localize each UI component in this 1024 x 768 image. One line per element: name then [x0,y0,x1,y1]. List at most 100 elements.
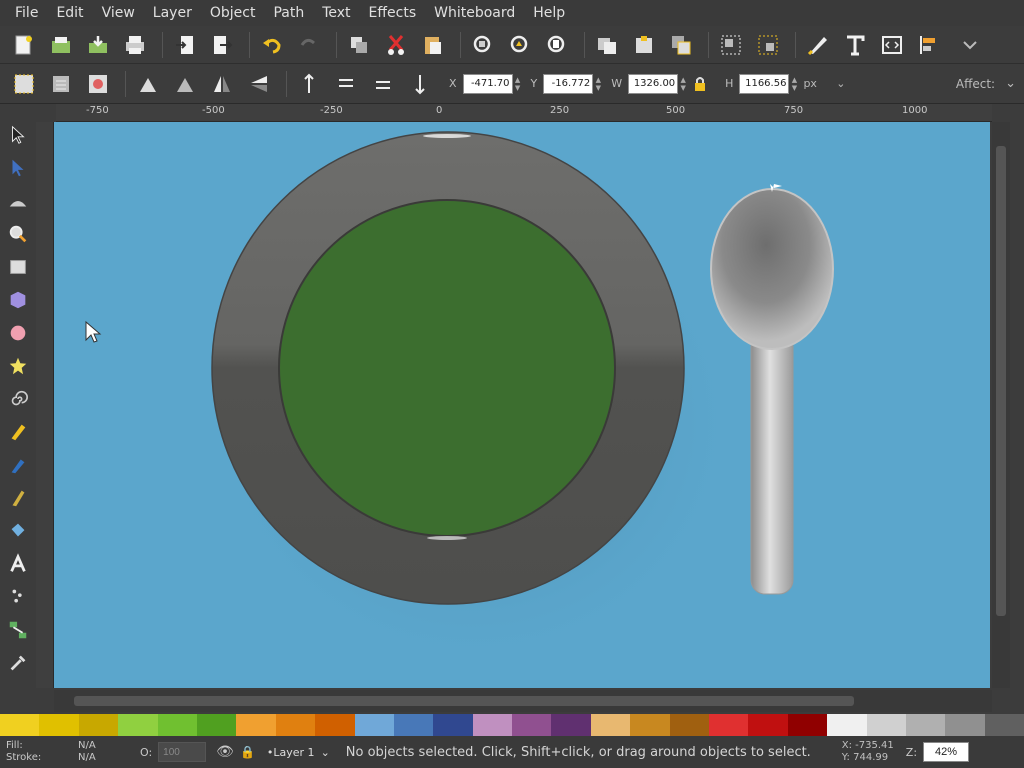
x-input[interactable] [462,73,513,94]
xml-editor-icon[interactable] [876,30,908,60]
palette-swatch[interactable] [433,714,473,736]
lower-to-bottom-icon[interactable] [404,69,436,99]
w-input[interactable] [628,73,679,94]
palette-swatch[interactable] [118,714,158,736]
flip-horizontal-icon[interactable] [206,69,238,99]
menu-layer[interactable]: Layer [144,0,201,26]
palette-swatch[interactable] [866,714,906,736]
cut-icon[interactable] [380,30,412,60]
palette-swatch[interactable] [39,714,79,736]
connector-tool-icon[interactable] [4,615,32,645]
calligraphy-tool-icon[interactable] [4,483,32,513]
menu-file[interactable]: File [6,0,47,26]
menu-text[interactable]: Text [313,0,359,26]
menu-help[interactable]: Help [524,0,574,26]
fill-stroke-indicator[interactable]: Fill: Stroke: N/A N/A [0,740,110,764]
x-field[interactable]: ▲▼ [462,73,523,95]
unlink-clone-icon[interactable] [665,30,697,60]
spoon-bowl[interactable] [710,188,834,350]
unit-select[interactable]: px ⌄ [799,73,849,95]
menu-object[interactable]: Object [201,0,265,26]
flip-vertical-icon[interactable] [243,69,275,99]
w-spin-arrows[interactable]: ▲ ▼ [678,74,688,94]
palette-swatch[interactable] [157,714,197,736]
rotate-ccw-icon[interactable] [132,69,164,99]
vertical-scrollbar[interactable] [992,122,1010,688]
print-icon[interactable] [119,30,151,60]
star-tool-icon[interactable] [4,351,32,381]
zoom-selection-icon[interactable] [467,30,499,60]
fill-stroke-icon[interactable] [802,30,834,60]
palette-swatch[interactable] [709,714,749,736]
lock-icon[interactable]: 🔒 [240,745,255,759]
zoom-page-icon[interactable] [541,30,573,60]
soup[interactable] [278,199,616,537]
node-tool-icon[interactable] [4,153,32,183]
menu-whiteboard[interactable]: Whiteboard [425,0,524,26]
palette-swatch[interactable] [236,714,276,736]
group-icon[interactable] [715,30,747,60]
palette-swatch[interactable] [275,714,316,736]
opacity-input[interactable] [158,742,207,762]
lock-ratio-icon[interactable] [688,69,712,99]
bucket-tool-icon[interactable] [4,516,32,546]
ellipse-tool-icon[interactable] [4,318,32,348]
select-tool-icon[interactable] [4,120,32,150]
3dbox-tool-icon[interactable] [4,285,32,315]
h-spin-arrows[interactable]: ▲ ▼ [789,74,799,94]
palette-swatch[interactable] [630,714,670,736]
menu-effects[interactable]: Effects [360,0,426,26]
palette-swatch[interactable] [748,714,788,736]
affect-chevron-icon[interactable]: ⌄ [1005,76,1016,91]
rect-tool-icon[interactable] [4,252,32,282]
zoom-input[interactable] [923,742,970,762]
horizontal-scrollbar[interactable] [54,690,992,712]
select-all-icon[interactable] [8,69,40,99]
palette-swatch[interactable] [393,714,434,736]
export-icon[interactable] [206,30,238,60]
text-tool-icon[interactable] [4,549,32,579]
align-distribute-icon[interactable] [913,30,945,60]
pencil-tool-icon[interactable] [4,417,32,447]
spoon-handle[interactable] [750,331,794,595]
pen-tool-icon[interactable] [4,450,32,480]
palette-swatch[interactable] [78,714,119,736]
menu-path[interactable]: Path [264,0,313,26]
palette-swatch[interactable] [512,714,552,736]
zoom-tool-icon[interactable] [4,219,32,249]
y-field[interactable]: ▲▼ [543,73,603,95]
palette-swatch[interactable] [984,714,1024,736]
palette-swatch[interactable] [551,714,591,736]
zoom-drawing-icon[interactable] [504,30,536,60]
palette-swatch[interactable] [354,714,394,736]
rotate-cw-icon[interactable] [169,69,201,99]
paste-icon[interactable] [417,30,449,60]
lower-icon[interactable] [367,69,399,99]
duplicate-icon[interactable] [591,30,623,60]
palette-swatch[interactable] [669,714,710,736]
raise-to-top-icon[interactable] [293,69,325,99]
w-field[interactable]: ▲▼ [628,73,688,95]
toolbar-overflow-chevron-icon[interactable] [954,30,986,60]
copy-icon[interactable] [343,30,375,60]
palette-swatch[interactable] [905,714,946,736]
h-input[interactable] [739,73,790,94]
raise-icon[interactable] [330,69,362,99]
palette-swatch[interactable] [590,714,631,736]
y-input[interactable] [543,73,594,94]
palette-swatch[interactable] [945,714,985,736]
import-icon[interactable] [169,30,201,60]
spiral-tool-icon[interactable] [4,384,32,414]
y-spin-arrows[interactable]: ▲ ▼ [593,74,603,94]
clone-icon[interactable] [628,30,660,60]
open-icon[interactable] [45,30,77,60]
palette-swatch[interactable] [0,714,40,736]
deselect-icon[interactable] [82,69,114,99]
menu-edit[interactable]: Edit [47,0,92,26]
select-all-layers-icon[interactable] [45,69,77,99]
vertical-scroll-thumb[interactable] [996,146,1006,616]
horizontal-scroll-thumb[interactable] [74,696,854,706]
eye-icon[interactable]: 👁 [216,744,234,760]
new-document-icon[interactable] [8,30,40,60]
tweak-tool-icon[interactable] [4,186,32,216]
